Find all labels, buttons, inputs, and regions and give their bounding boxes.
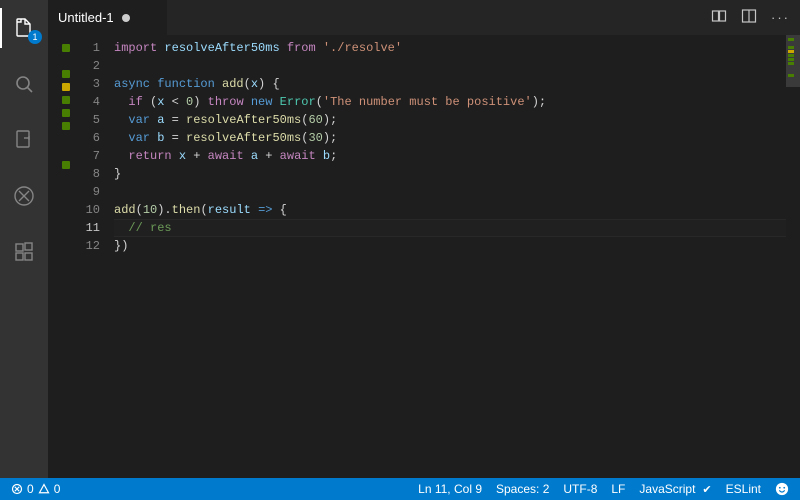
gutter-mark (62, 187, 70, 195)
activity-bar: 1 (0, 0, 48, 478)
status-indentation[interactable]: Spaces: 2 (493, 482, 552, 496)
gutter-mark (62, 83, 70, 91)
line-number: 9 (72, 183, 100, 201)
current-line-highlight (114, 219, 786, 237)
code-line[interactable]: if (x < 0) throw new Error('The number m… (114, 93, 786, 111)
gutter-mark (62, 161, 70, 169)
gutter-mark (62, 44, 70, 52)
gutter-mark (62, 122, 70, 130)
tab-bar: Untitled-1 ··· (48, 0, 800, 35)
check-icon (699, 482, 711, 496)
activity-extensions[interactable] (0, 232, 48, 272)
gutter-mark (62, 57, 70, 65)
status-eslint[interactable]: ESLint (723, 482, 764, 496)
code-line[interactable]: return x + await a + await b; (114, 147, 786, 165)
gutter-mark (62, 109, 70, 117)
split-editor-icon[interactable] (741, 8, 757, 27)
editor-actions: ··· (701, 0, 800, 35)
code-line[interactable]: add(10).then(result => { (114, 201, 786, 219)
status-cursor[interactable]: Ln 11, Col 9 (415, 482, 485, 496)
line-number: 6 (72, 129, 100, 147)
status-encoding[interactable]: UTF-8 (560, 482, 600, 496)
line-number: 1 (72, 39, 100, 57)
line-number: 7 (72, 147, 100, 165)
status-feedback[interactable] (772, 482, 792, 496)
dirty-indicator-icon (122, 14, 130, 22)
code-line[interactable]: var a = resolveAfter50ms(60); (114, 111, 786, 129)
line-number: 12 (72, 237, 100, 255)
code-line[interactable] (114, 57, 786, 75)
line-number: 8 (72, 165, 100, 183)
code-line[interactable]: import resolveAfter50ms from './resolve' (114, 39, 786, 57)
activity-explorer[interactable]: 1 (0, 8, 48, 48)
code-line[interactable] (114, 183, 786, 201)
explorer-badge: 1 (28, 30, 42, 44)
line-number: 10 (72, 201, 100, 219)
line-number: 4 (72, 93, 100, 111)
more-actions-icon[interactable]: ··· (771, 10, 790, 25)
status-errors-count: 0 (27, 482, 34, 496)
code-line[interactable]: } (114, 165, 786, 183)
status-eol[interactable]: LF (608, 482, 628, 496)
compare-changes-icon[interactable] (711, 8, 727, 27)
status-warnings-count: 0 (54, 482, 61, 496)
line-number: 5 (72, 111, 100, 129)
line-number: 11 (72, 219, 100, 237)
code-line[interactable]: async function add(x) { (114, 75, 786, 93)
status-language[interactable]: JavaScript (636, 482, 714, 496)
line-number: 3 (72, 75, 100, 93)
gutter-mark (62, 70, 70, 78)
gutter-mark (62, 96, 70, 104)
gutter-mark (62, 135, 70, 143)
overview-ruler[interactable] (786, 35, 800, 478)
status-bar: 0 0 Ln 11, Col 9 Spaces: 2 UTF-8 LF Java… (0, 478, 800, 500)
code-line[interactable]: var b = resolveAfter50ms(30); (114, 129, 786, 147)
activity-debug[interactable] (0, 176, 48, 216)
tab-untitled-1[interactable]: Untitled-1 (48, 0, 168, 35)
code-editor[interactable]: 123456789101112 import resolveAfter50ms … (48, 35, 800, 478)
line-number: 2 (72, 57, 100, 75)
tab-title: Untitled-1 (58, 10, 114, 25)
status-problems[interactable]: 0 0 (8, 482, 63, 496)
gutter-mark (62, 148, 70, 156)
code-line[interactable]: }) (114, 237, 786, 255)
activity-source-control[interactable] (0, 120, 48, 160)
gutter-mark (62, 174, 70, 182)
activity-search[interactable] (0, 64, 48, 104)
